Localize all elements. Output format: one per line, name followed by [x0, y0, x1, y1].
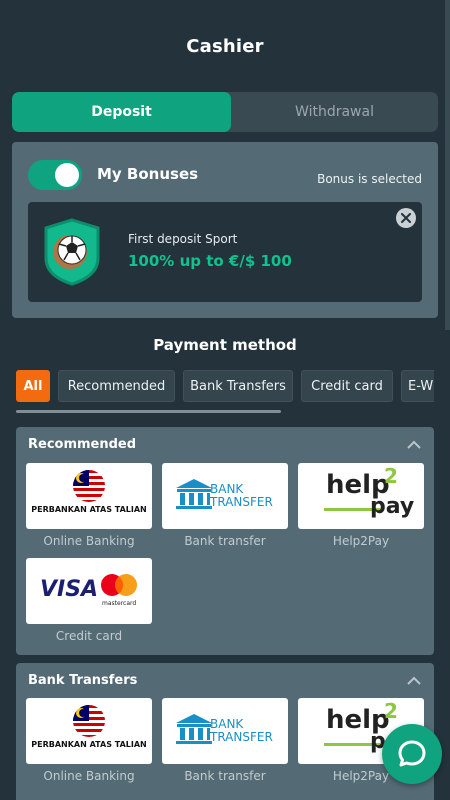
bonus-toggle[interactable] — [28, 160, 82, 190]
payment-filters: All Recommended Bank Transfers Credit ca… — [16, 370, 434, 402]
bank-transfer-logo-text-2: TRANSFER — [210, 730, 273, 744]
mastercard-icon — [101, 574, 137, 596]
bonus-amount: 100% up to €/$ 100 — [128, 252, 292, 270]
online-banking-logo-text: PERBANKAN ATAS TALIAN — [31, 505, 147, 514]
online-banking-logo-text: PERBANKAN ATAS TALIAN — [31, 740, 147, 749]
filters-scrollbar[interactable] — [16, 410, 281, 413]
page-scrollbar[interactable] — [445, 0, 450, 330]
section-title: Recommended — [28, 437, 137, 452]
bank-icon — [176, 479, 212, 509]
help2pay-logo-text-3: pay — [370, 494, 415, 519]
method-help2pay[interactable]: help 2 pay Help2Pay — [298, 463, 424, 548]
bonus-name: First deposit Sport — [128, 232, 238, 246]
help2pay-logo: help 2 pay — [298, 463, 424, 529]
method-credit-card[interactable]: VISA mastercard Credit card — [26, 558, 152, 643]
method-bank-transfer[interactable]: BANK TRANSFER Bank transfer — [162, 698, 288, 783]
chevron-up-icon[interactable] — [406, 673, 422, 687]
credit-card-logo: VISA mastercard — [26, 558, 152, 624]
mastercard-logo-text: mastercard — [102, 600, 137, 607]
method-online-banking[interactable]: PERBANKAN ATAS TALIAN Online Banking — [26, 463, 152, 548]
tab-withdrawal[interactable]: Withdrawal — [231, 92, 438, 132]
method-label: Help2Pay — [332, 534, 390, 548]
help2pay-logo-text-2: 2 — [384, 699, 398, 723]
method-bank-transfer[interactable]: BANK TRANSFER Bank transfer — [162, 463, 288, 548]
visa-logo-text: VISA — [40, 577, 99, 602]
bonus-toggle-label: My Bonuses — [97, 165, 199, 183]
method-label: Bank transfer — [184, 769, 266, 783]
close-icon[interactable] — [396, 208, 416, 228]
soccer-ball-shield-icon — [42, 218, 102, 286]
method-online-banking[interactable]: PERBANKAN ATAS TALIAN Online Banking — [26, 698, 152, 783]
bank-transfer-logo-text-2: TRANSFER — [210, 495, 273, 509]
bank-transfer-logo: BANK TRANSFER — [162, 463, 288, 529]
help2pay-logo-text-2: 2 — [384, 464, 398, 488]
method-label: Bank transfer — [184, 534, 266, 548]
chevron-up-icon[interactable] — [406, 437, 422, 451]
filter-all[interactable]: All — [16, 370, 50, 402]
bonus-card[interactable]: First deposit Sport 100% up to €/$ 100 — [28, 202, 422, 302]
cashier-header: Cashier — [0, 0, 450, 92]
chat-bubble-icon — [398, 740, 426, 767]
bonus-status: Bonus is selected — [317, 172, 422, 186]
section-recommended: Recommended PERBANKAN ATAS TALIAN Online… — [16, 427, 434, 655]
online-banking-logo: PERBANKAN ATAS TALIAN — [26, 463, 152, 529]
toggle-knob — [55, 163, 79, 187]
filter-credit-card[interactable]: Credit card — [301, 370, 393, 402]
tab-deposit[interactable]: Deposit — [12, 92, 231, 132]
bank-icon — [176, 714, 212, 744]
filter-bank-transfers[interactable]: Bank Transfers — [183, 370, 293, 402]
bank-transfer-logo: BANK TRANSFER — [162, 698, 288, 764]
section-bank-transfers: Bank Transfers PERBANKAN ATAS TALIAN Onl… — [16, 663, 434, 800]
filter-e-wallet[interactable]: E-W — [401, 370, 434, 402]
payment-method-title: Payment method — [153, 336, 297, 354]
method-label: Online Banking — [43, 769, 135, 783]
online-banking-logo: PERBANKAN ATAS TALIAN — [26, 698, 152, 764]
method-label: Online Banking — [43, 534, 135, 548]
section-title: Bank Transfers — [28, 673, 138, 688]
filter-recommended[interactable]: Recommended — [58, 370, 175, 402]
chat-support-button[interactable] — [382, 724, 442, 784]
method-label: Credit card — [55, 629, 123, 643]
cashier-tabs: Deposit Withdrawal — [12, 92, 438, 132]
page-title: Cashier — [186, 36, 264, 57]
bonus-panel: My Bonuses Bonus is selected First depos… — [12, 142, 438, 318]
